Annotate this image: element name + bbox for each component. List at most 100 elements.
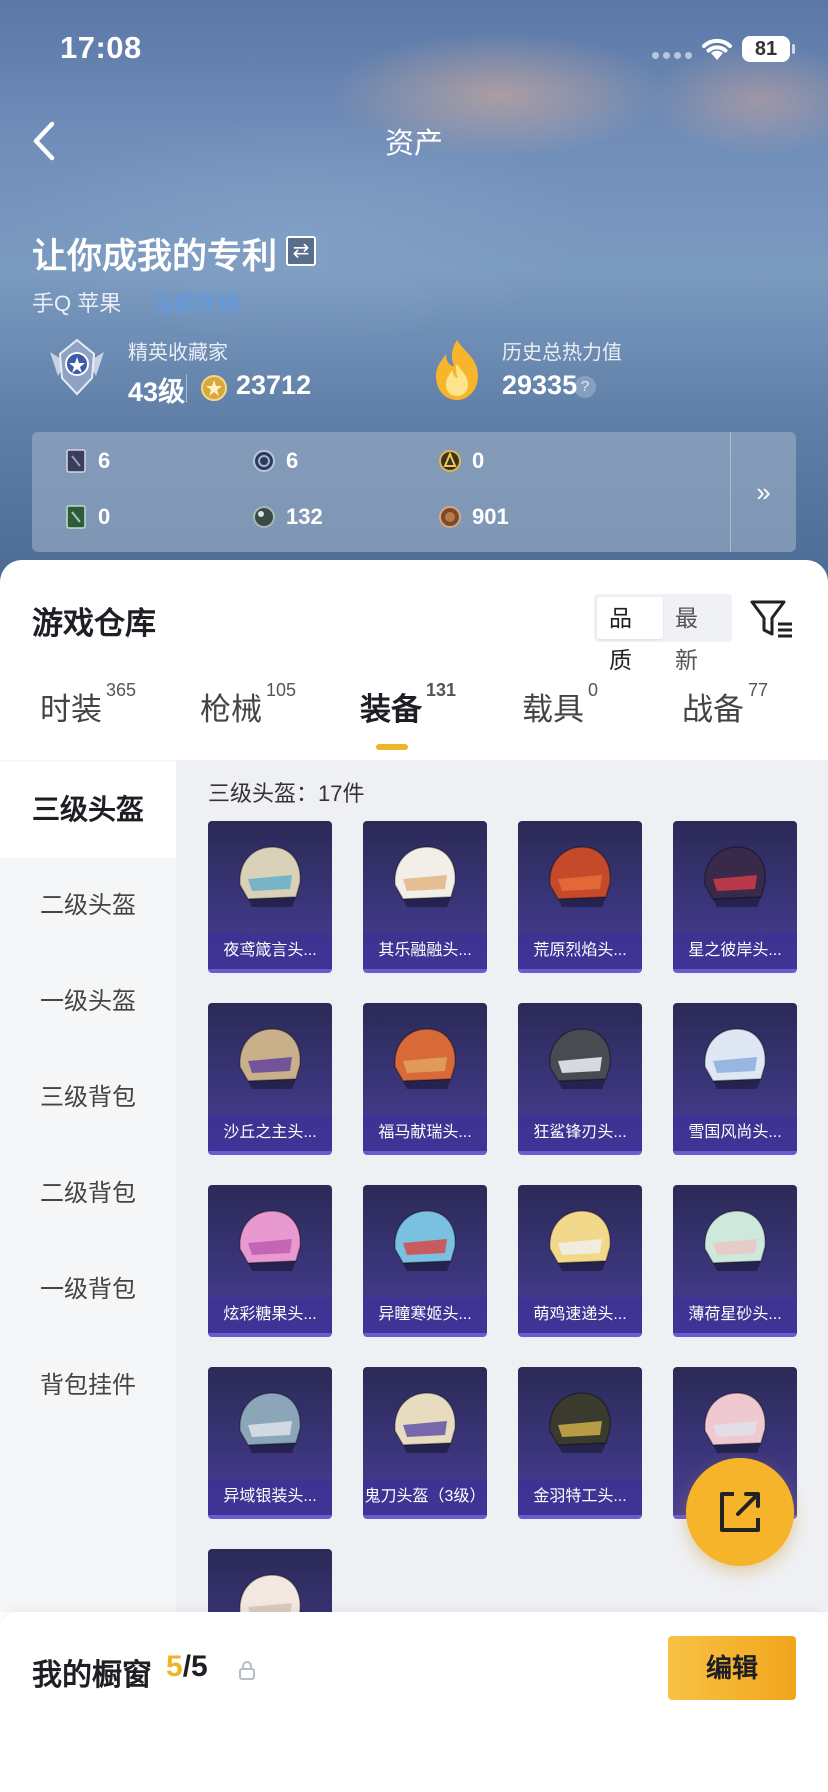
wifi-icon (702, 38, 732, 60)
showcase-count: 5/5 (166, 1650, 208, 1684)
helmet-name: 萌鸡速递头... (518, 1297, 642, 1333)
helmet-card[interactable]: 雪国风尚头... (673, 1003, 797, 1155)
subcategory-item[interactable]: 一级头盔 (0, 954, 176, 1050)
helmet-icon (549, 846, 611, 907)
rank-label: 精英收藏家 (128, 342, 228, 364)
subcategory-item[interactable]: 背包挂件 (0, 1338, 176, 1434)
helmet-card[interactable]: 星之彼岸头... (673, 821, 797, 973)
status-time: 17:08 (60, 30, 142, 65)
inventory-count: 901 (472, 504, 509, 529)
inventory-count: 0 (472, 448, 485, 473)
subcategory-item[interactable]: 三级背包 (0, 1050, 176, 1146)
helmet-name: 福马献瑞头... (363, 1115, 487, 1151)
helmet-card[interactable]: 异域银装头... (208, 1367, 332, 1519)
sort-quality-option[interactable]: 品质 (597, 597, 663, 673)
subcategory-item[interactable]: 二级头盔 (0, 858, 176, 954)
battery-indicator: 81 (742, 36, 795, 62)
section-title: 游戏仓库 (32, 606, 156, 641)
card-icon (66, 449, 86, 473)
tab-count: 365 (106, 680, 137, 700)
showcase-current: 5 (166, 1650, 183, 1683)
category-tabs: 时装365 枪械105 装备131 载具0 战备77 (0, 680, 828, 764)
inventory-item: 901 (438, 504, 509, 530)
orb-icon (253, 506, 275, 528)
helmet-card[interactable]: 薄荷星砂头... (673, 1185, 797, 1337)
inventory-item: 132 (252, 504, 323, 530)
inventory-item: 0 (64, 504, 110, 530)
tab-equipment[interactable]: 装备131 (360, 680, 456, 729)
helmet-card[interactable]: 金羽特工头... (518, 1367, 642, 1519)
filter-icon[interactable] (748, 596, 794, 640)
tab-label: 装备 (360, 692, 422, 727)
helmet-icon (239, 1574, 301, 1612)
help-icon[interactable]: ? (574, 376, 596, 398)
helmet-icon (239, 1392, 301, 1453)
subcategory-item[interactable]: 二级背包 (0, 1146, 176, 1242)
showcase-total: /5 (182, 1650, 208, 1683)
switch-account-icon[interactable]: ⇄ (286, 236, 316, 266)
helmet-icon (394, 1210, 456, 1271)
helmet-name: 沙丘之主头... (208, 1115, 332, 1151)
helmet-name: 异域银装头... (208, 1479, 332, 1515)
helmet-name: 雪国风尚头... (673, 1115, 797, 1151)
platform-label: 手Q 苹果 (32, 291, 122, 316)
helmet-name: 金羽特工头... (518, 1479, 642, 1515)
helmet-card[interactable]: 其乐融融头... (363, 821, 487, 973)
profile-header: 17:08 81 资产 让你成我的专利 ⇄ 手Q 苹果 当前在线 精英收藏家 4… (0, 0, 828, 600)
helmet-icon (239, 1210, 301, 1271)
helmet-icon (704, 846, 766, 907)
tab-combat-gear[interactable]: 战备77 (682, 680, 768, 729)
helmet-card[interactable]: 狂鲨锋刃头... (518, 1003, 642, 1155)
status-bar: 17:08 81 (0, 0, 828, 96)
helmet-card[interactable]: 炫彩糖果头... (208, 1185, 332, 1337)
player-level: 43级 (128, 377, 186, 407)
tab-count: 131 (426, 680, 457, 700)
helmet-icon (394, 1028, 456, 1089)
tab-count: 77 (748, 680, 769, 700)
helmet-card[interactable] (208, 1549, 332, 1612)
heat-value: 29335 (502, 370, 578, 400)
coin-value: 23712 (236, 370, 312, 400)
online-status: 当前在线 (152, 291, 241, 316)
tab-count: 0 (588, 680, 599, 700)
inventory-item: 0 (438, 448, 484, 474)
page-title: 资产 (384, 128, 443, 160)
subcategory-sidebar: 三级头盔 二级头盔 一级头盔 三级背包 二级背包 一级背包 背包挂件 (0, 760, 176, 1612)
tab-weapons[interactable]: 枪械105 (200, 680, 296, 729)
tab-label: 战备 (682, 692, 744, 727)
inventory-summary: 6 6 0 0 132 901 » (32, 432, 796, 552)
tab-fashion[interactable]: 时装365 (40, 680, 136, 729)
tab-vehicles[interactable]: 载具0 (522, 680, 598, 729)
helmet-icon (239, 1028, 301, 1089)
subcategory-item[interactable]: 三级头盔 (0, 762, 176, 858)
tab-count: 105 (266, 680, 297, 700)
helmet-card[interactable]: 福马献瑞头... (363, 1003, 487, 1155)
tab-label: 枪械 (200, 692, 262, 727)
edit-button[interactable]: 编辑 (668, 1636, 796, 1700)
rank-badge-icon (50, 338, 104, 396)
coin-icon (201, 375, 227, 401)
inventory-count: 132 (286, 504, 323, 529)
helmet-name: 异瞳寒姬头... (363, 1297, 487, 1333)
active-tab-indicator (376, 744, 408, 750)
helmet-card[interactable]: 沙丘之主头... (208, 1003, 332, 1155)
cellular-signal-icon (652, 52, 692, 59)
subcategory-item[interactable]: 一级背包 (0, 1242, 176, 1338)
inventory-count: 6 (286, 448, 299, 473)
divider (186, 374, 187, 402)
helmet-icon (549, 1210, 611, 1271)
grid-caption: 三级头盔：17件 (208, 781, 365, 806)
expand-inventory-button[interactable]: » (730, 432, 796, 552)
tab-label: 时装 (40, 692, 102, 727)
showcase-label: 我的橱窗 (32, 1659, 152, 1692)
share-button[interactable] (686, 1458, 794, 1566)
helmet-icon (549, 1028, 611, 1089)
helmet-card[interactable]: 鬼刀头盔（3级） (363, 1367, 487, 1519)
helmet-card[interactable]: 夜鸢箴言头... (208, 821, 332, 973)
sort-newest-option[interactable]: 最新 (663, 597, 729, 673)
helmet-card[interactable]: 萌鸡速递头... (518, 1185, 642, 1337)
helmet-card[interactable]: 荒原烈焰头... (518, 821, 642, 973)
helmet-name: 其乐融融头... (363, 933, 487, 969)
showcase-bar: 我的橱窗 5/5 编辑 (0, 1612, 828, 1792)
helmet-card[interactable]: 异瞳寒姬头... (363, 1185, 487, 1337)
